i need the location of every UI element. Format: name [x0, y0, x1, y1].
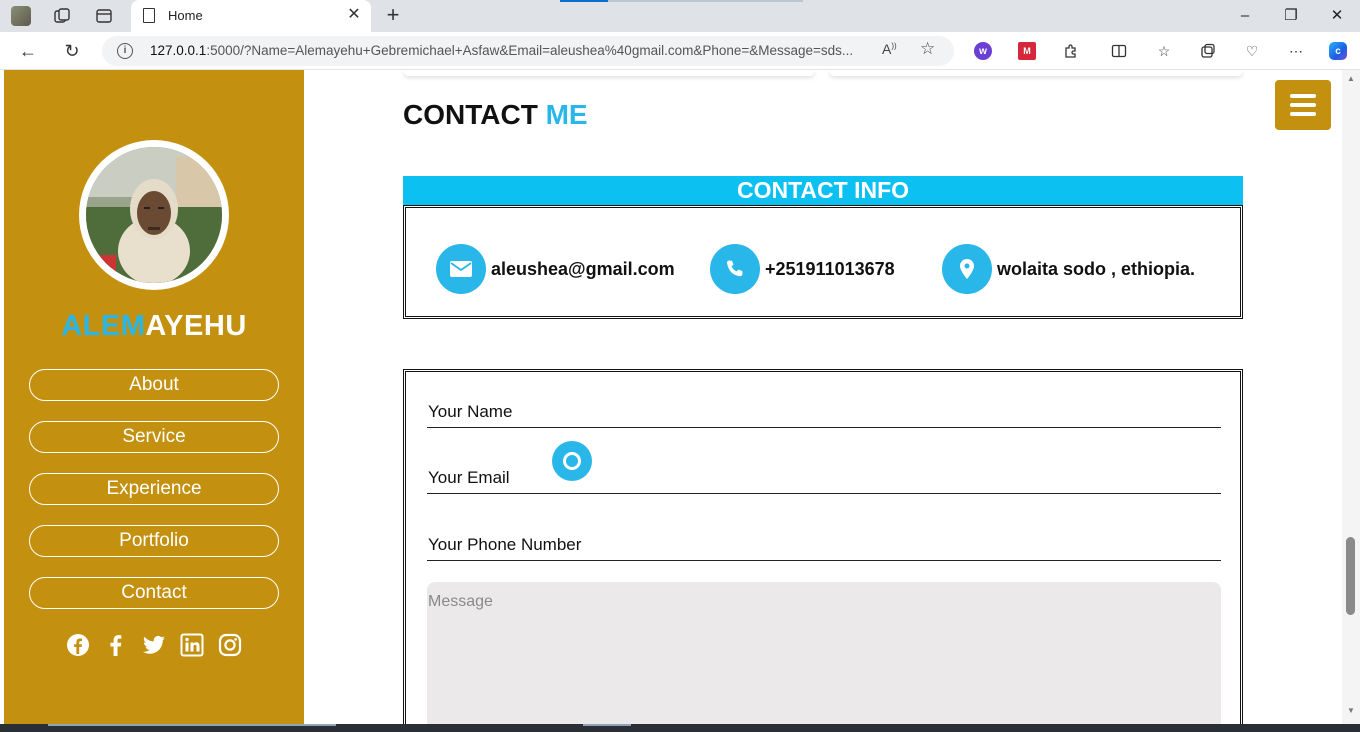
nav-about[interactable]: About [29, 369, 279, 401]
minimize-icon[interactable]: – [1235, 6, 1255, 26]
extension-w-icon[interactable]: w [974, 42, 992, 60]
contact-location-text: wolaita sodo , ethiopia. [997, 258, 1196, 279]
message-textarea[interactable]: Message [427, 582, 1221, 724]
tab-title: Home [168, 8, 203, 23]
nav-contact[interactable]: Contact [29, 577, 279, 609]
loading-indicator-track [608, 0, 803, 2]
contact-location: wolaita sodo , ethiopia. [942, 244, 1195, 294]
contact-info-heading: CONTACT INFO [403, 176, 1243, 205]
address-bar[interactable]: i 127.0.0.1:5000/?Name=Alemayehu+Gebremi… [102, 36, 954, 66]
twitter-icon[interactable] [142, 633, 166, 657]
contact-email: aleushea@gmail.com [436, 244, 675, 294]
previous-card-edge [829, 70, 1243, 76]
profile-avatar-icon[interactable] [11, 6, 31, 26]
taskbar-edge [0, 724, 1360, 732]
page-scrollbar[interactable]: ▲ ▼ [1342, 70, 1360, 724]
social-links [4, 633, 304, 657]
extension-mendeley-icon[interactable]: M [1018, 42, 1036, 60]
tab-home[interactable]: Home ✕ [131, 0, 371, 32]
page-icon [143, 8, 155, 23]
contact-phone: +251911013678 [710, 244, 895, 294]
favorite-star-icon[interactable]: ☆ [920, 39, 935, 59]
read-aloud-icon[interactable]: A)) [882, 41, 897, 57]
contact-email-text: aleushea@gmail.com [491, 258, 675, 279]
scroll-up-icon[interactable]: ▲ [1346, 74, 1356, 84]
new-tab-icon[interactable]: + [382, 4, 404, 26]
url-text[interactable]: 127.0.0.1:5000/?Name=Alemayehu+Gebremich… [150, 43, 870, 58]
name-field[interactable]: Your Name [427, 388, 1221, 428]
restore-icon[interactable]: ❐ [1281, 6, 1301, 26]
nav-portfolio[interactable]: Portfolio [29, 525, 279, 557]
close-tab-icon[interactable]: ✕ [345, 6, 363, 24]
workspaces-icon[interactable] [52, 6, 72, 26]
loading-indicator [560, 0, 608, 2]
site-info-icon[interactable]: i [117, 43, 133, 59]
contact-phone-text: +251911013678 [765, 258, 895, 279]
extensions-puzzle-icon[interactable] [1062, 42, 1080, 60]
collections-icon[interactable] [1199, 42, 1217, 60]
sidebar: ALEMAYEHU About Service Experience Portf… [4, 70, 304, 724]
previous-card-edge [403, 70, 815, 76]
map-pin-icon [942, 244, 992, 294]
nav-service[interactable]: Service [29, 421, 279, 453]
facebook-circle-icon[interactable] [66, 633, 90, 657]
back-arrow-icon[interactable]: ← [16, 40, 40, 62]
facebook-icon[interactable] [104, 633, 128, 657]
browser-titlebar: Home ✕ + – ❐ ✕ [0, 0, 1360, 32]
section-title: CONTACT ME [403, 99, 588, 130]
more-menu-icon[interactable]: ⋯ [1287, 42, 1305, 60]
split-screen-icon[interactable] [1110, 42, 1128, 60]
avatar [79, 140, 229, 290]
linkedin-icon[interactable] [180, 633, 204, 657]
menu-toggle-button[interactable] [1275, 80, 1331, 130]
phone-icon [710, 244, 760, 294]
nav-experience[interactable]: Experience [29, 473, 279, 505]
contact-form: Your Name Your Email Your Phone Number M… [403, 369, 1243, 724]
scrollbar-thumb[interactable] [1346, 537, 1355, 615]
profile-photo [86, 147, 222, 283]
browser-toolbar: ← ↻ i 127.0.0.1:5000/?Name=Alemayehu+Geb… [0, 32, 1360, 70]
page-viewport: ALEMAYEHU About Service Experience Portf… [0, 70, 1360, 724]
browser-essentials-icon[interactable]: ♡ [1243, 42, 1261, 60]
email-field[interactable]: Your Email [427, 454, 1221, 494]
instagram-icon[interactable] [218, 633, 242, 657]
phone-field[interactable]: Your Phone Number [427, 521, 1221, 561]
vertical-tabs-icon[interactable] [94, 6, 114, 26]
cursor-highlight [552, 441, 592, 481]
brand-name: ALEMAYEHU [61, 310, 247, 342]
favorites-icon[interactable]: ☆ [1155, 42, 1173, 60]
scroll-down-icon[interactable]: ▼ [1346, 706, 1356, 716]
refresh-icon[interactable]: ↻ [60, 40, 84, 62]
window-close-icon[interactable]: ✕ [1327, 6, 1347, 26]
contact-info-box: aleushea@gmail.com +251911013678 wolaita… [403, 205, 1243, 319]
copilot-icon[interactable]: c [1329, 42, 1347, 60]
envelope-icon [436, 244, 486, 294]
